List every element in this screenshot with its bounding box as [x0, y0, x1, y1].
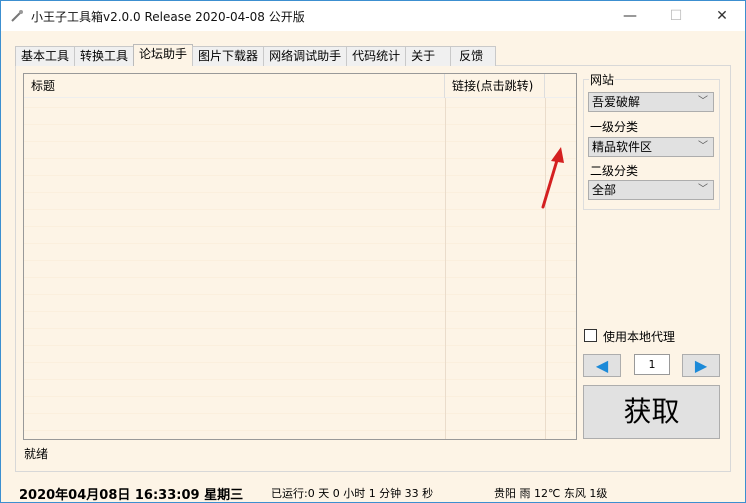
red-arrow-annotation: [541, 147, 564, 209]
site-select[interactable]: 吾爱破解 ﹀: [588, 92, 714, 112]
tab-bar: 基本工具 转换工具 论坛助手 图片下载器 网络调试助手 代码统计 关于 反馈: [15, 44, 497, 66]
weather: 贵阳 雨 12℃ 东风 1级: [494, 487, 608, 500]
minimize-button[interactable]: —: [607, 1, 653, 31]
footer-bar: 2020年04月08日 16:33:09 星期三 已运行:0 天 0 小时 1 …: [1, 482, 745, 503]
column-header-title[interactable]: 标题: [24, 74, 445, 98]
app-icon: [11, 10, 23, 22]
category2-select-value: 全部: [592, 183, 617, 197]
table-header: 标题 链接(点击跳转): [24, 74, 576, 98]
chevron-down-icon: ﹀: [698, 141, 708, 152]
datetime: 2020年04月08日 16:33:09 星期三: [19, 488, 244, 503]
column-divider: [445, 98, 446, 439]
results-table[interactable]: 标题 链接(点击跳转): [23, 73, 577, 440]
site-select-value: 吾爱破解: [592, 95, 641, 109]
tab-basic-tools[interactable]: 基本工具: [15, 46, 76, 66]
page-input[interactable]: 1: [634, 354, 670, 375]
window-title: 小王子工具箱v2.0.0 Release 2020-04-08 公开版: [31, 10, 305, 24]
category2-label: 二级分类: [590, 164, 639, 178]
title-bar: 小王子工具箱v2.0.0 Release 2020-04-08 公开版 — ☐ …: [1, 1, 745, 31]
tab-convert-tools[interactable]: 转换工具: [74, 46, 135, 66]
tab-image-downloader[interactable]: 图片下载器: [192, 46, 265, 66]
category2-select[interactable]: 全部 ﹀: [588, 180, 714, 200]
category1-select-value: 精品软件区: [592, 140, 653, 154]
proxy-label: 使用本地代理: [603, 330, 676, 344]
maximize-button[interactable]: ☐: [653, 1, 699, 31]
status-text: 就绪: [24, 447, 49, 461]
prev-page-button[interactable]: ◀: [583, 354, 621, 377]
category1-label: 一级分类: [590, 120, 639, 134]
arrow-right-icon: ▶: [694, 356, 708, 375]
chevron-down-icon: ﹀: [698, 96, 708, 107]
column-header-link[interactable]: 链接(点击跳转): [445, 74, 545, 98]
category1-select[interactable]: 精品软件区 ﹀: [588, 137, 714, 157]
proxy-checkbox[interactable]: [584, 329, 597, 342]
arrow-left-icon: ◀: [595, 356, 609, 375]
next-page-button[interactable]: ▶: [682, 354, 720, 377]
tab-network-debug[interactable]: 网络调试助手: [263, 46, 348, 66]
chevron-down-icon: ﹀: [698, 184, 708, 195]
uptime: 已运行:0 天 0 小时 1 分钟 33 秒: [271, 487, 434, 500]
tab-code-stats[interactable]: 代码统计: [346, 46, 407, 66]
site-label: 网站: [589, 71, 616, 88]
close-button[interactable]: ✕: [699, 1, 745, 31]
tab-about[interactable]: 关于: [405, 46, 452, 66]
tab-feedback[interactable]: 反馈: [450, 46, 497, 66]
fetch-button[interactable]: 获取: [583, 385, 720, 439]
tab-forum-helper[interactable]: 论坛助手: [133, 44, 194, 66]
